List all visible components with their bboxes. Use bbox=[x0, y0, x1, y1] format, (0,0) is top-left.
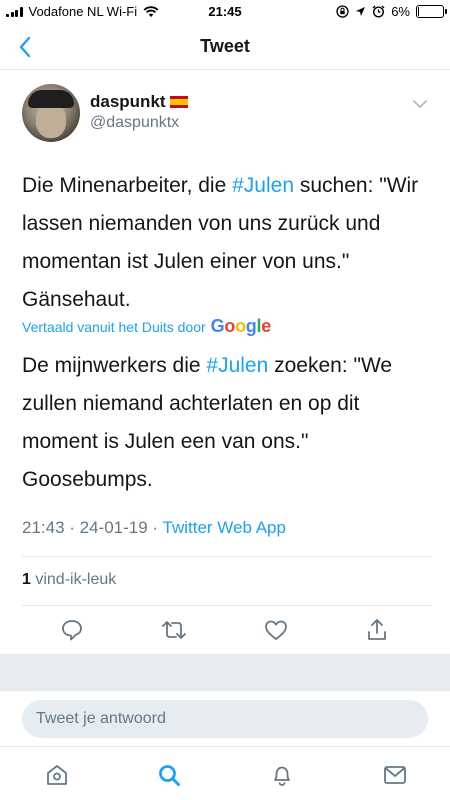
battery-icon bbox=[416, 5, 447, 18]
alarm-icon bbox=[372, 5, 385, 18]
source-app-link[interactable]: Twitter Web App bbox=[163, 518, 286, 537]
tab-search[interactable] bbox=[155, 761, 183, 789]
home-icon bbox=[47, 765, 67, 785]
bell-icon bbox=[274, 766, 290, 786]
hashtag-link[interactable]: #Julen bbox=[206, 354, 268, 377]
share-button[interactable] bbox=[363, 616, 391, 644]
search-icon bbox=[159, 765, 180, 786]
tweet-actions bbox=[0, 612, 450, 648]
tab-notifications[interactable] bbox=[268, 761, 296, 789]
like-button[interactable] bbox=[262, 616, 290, 644]
battery-percent: 6% bbox=[391, 4, 410, 19]
page-title: Tweet bbox=[200, 36, 250, 56]
likes-label: vind-ik-leuk bbox=[30, 571, 117, 588]
reply-bar bbox=[0, 690, 450, 746]
battery-level bbox=[418, 7, 419, 16]
likes-row[interactable]: 1 vind-ik-leuk bbox=[22, 571, 116, 589]
hashtag-link[interactable]: #Julen bbox=[232, 174, 294, 197]
translated-label: Vertaald vanuit het Duits door bbox=[22, 318, 206, 335]
heart-icon bbox=[265, 620, 287, 640]
translated-text: De mijnwerkers die #Julen zoeken: "We zu… bbox=[22, 347, 432, 499]
tweet-timestamp: 21:43 · 24-01-19 · bbox=[22, 518, 163, 537]
divider bbox=[22, 556, 432, 557]
envelope-icon bbox=[384, 766, 406, 784]
likes-count: 1 bbox=[22, 571, 31, 588]
reply-button[interactable] bbox=[58, 616, 86, 644]
divider bbox=[22, 605, 432, 606]
reply-icon bbox=[62, 620, 82, 641]
tweet-text-part: Die Minenarbeiter, die bbox=[22, 174, 233, 197]
chevron-down-icon bbox=[413, 100, 427, 108]
translated-text-part: De mijnwerkers die bbox=[22, 354, 207, 377]
tab-home[interactable] bbox=[43, 761, 71, 789]
location-icon bbox=[356, 7, 366, 16]
share-icon bbox=[368, 619, 386, 640]
display-name-text: daspunkt bbox=[90, 92, 166, 111]
google-logo: Google bbox=[210, 316, 272, 336]
tab-messages[interactable] bbox=[381, 761, 409, 789]
translation-attribution[interactable]: Vertaald vanuit het Duits door Google bbox=[22, 316, 271, 337]
spain-flag-icon bbox=[169, 96, 188, 108]
display-name[interactable]: daspunkt bbox=[90, 92, 188, 112]
avatar[interactable] bbox=[22, 84, 80, 142]
header: Tweet bbox=[0, 22, 450, 70]
status-right: 6% bbox=[336, 4, 447, 19]
status-bar: Vodafone NL Wi-Fi 21:45 6% bbox=[0, 0, 450, 22]
reply-input[interactable] bbox=[22, 700, 428, 738]
more-options-button[interactable] bbox=[408, 94, 432, 114]
tweet-author: daspunkt @daspunktx bbox=[22, 84, 432, 144]
tweet-text: Die Minenarbeiter, die #Julen suchen: "W… bbox=[22, 167, 432, 319]
tweet-meta: 21:43 · 24-01-19 · Twitter Web App bbox=[22, 518, 286, 538]
tab-bar bbox=[0, 746, 450, 800]
screen-lock-icon bbox=[336, 5, 349, 18]
separator-band bbox=[0, 654, 450, 690]
retweet-button[interactable] bbox=[160, 616, 188, 644]
retweet-icon bbox=[162, 621, 186, 639]
username[interactable]: @daspunktx bbox=[90, 114, 179, 132]
